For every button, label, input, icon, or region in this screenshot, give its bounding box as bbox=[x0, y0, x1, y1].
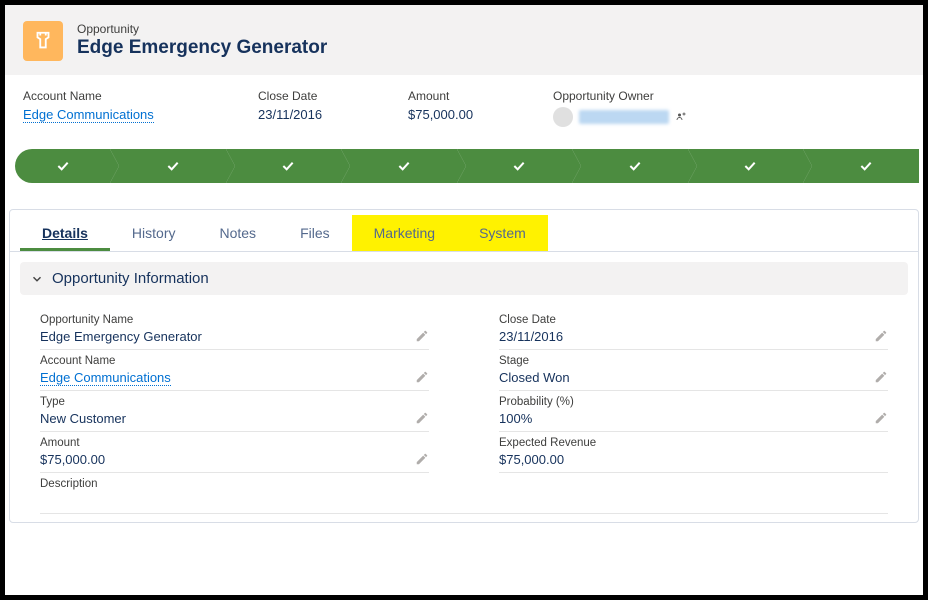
edit-icon[interactable] bbox=[415, 411, 429, 425]
field-label: Close Date bbox=[499, 314, 888, 326]
path-step[interactable] bbox=[235, 149, 342, 183]
check-icon bbox=[396, 158, 412, 174]
summary-owner: Opportunity Owner bbox=[553, 89, 753, 127]
field-probability: Probability (%) 100% bbox=[499, 391, 888, 432]
path-step[interactable] bbox=[812, 149, 919, 183]
field-value: $75,000.00 bbox=[40, 452, 429, 468]
record-body: DetailsHistoryNotesFilesMarketingSystem … bbox=[9, 209, 919, 523]
section-header-opportunity-information[interactable]: Opportunity Information bbox=[20, 262, 908, 295]
edit-icon[interactable] bbox=[415, 370, 429, 384]
check-icon bbox=[511, 158, 527, 174]
check-icon bbox=[742, 158, 758, 174]
field-expected_revenue: Expected Revenue $75,000.00 bbox=[499, 432, 888, 473]
check-icon bbox=[165, 158, 181, 174]
tab-marketing[interactable]: Marketing bbox=[352, 215, 457, 251]
path-step[interactable] bbox=[466, 149, 573, 183]
field-amount: Amount $75,000.00 bbox=[40, 432, 429, 473]
tab-details[interactable]: Details bbox=[20, 215, 110, 251]
tab-files[interactable]: Files bbox=[278, 215, 352, 251]
field-label: Account Name bbox=[40, 355, 429, 367]
field-label: Expected Revenue bbox=[499, 437, 888, 449]
field-label: Description bbox=[40, 478, 888, 490]
path-step[interactable] bbox=[350, 149, 457, 183]
summary-label: Amount bbox=[408, 89, 553, 103]
field-value: $75,000.00 bbox=[499, 452, 888, 468]
opportunity-icon bbox=[23, 21, 63, 61]
field-label: Opportunity Name bbox=[40, 314, 429, 326]
header-text: Opportunity Edge Emergency Generator bbox=[77, 22, 327, 59]
path-steps bbox=[15, 149, 919, 183]
edit-icon[interactable] bbox=[874, 411, 888, 425]
tabs: DetailsHistoryNotesFilesMarketingSystem bbox=[10, 210, 918, 252]
field-description: Description bbox=[40, 473, 888, 514]
account-link[interactable]: Edge Communications bbox=[23, 107, 154, 123]
path-step[interactable] bbox=[581, 149, 688, 183]
app-frame: Opportunity Edge Emergency Generator Acc… bbox=[0, 0, 928, 600]
summary-label: Opportunity Owner bbox=[553, 89, 753, 103]
edit-icon[interactable] bbox=[415, 329, 429, 343]
owner-name-redacted bbox=[579, 110, 669, 124]
check-icon bbox=[858, 158, 874, 174]
field-stage: Stage Closed Won bbox=[499, 350, 888, 391]
details-grid: Opportunity Name Edge Emergency Generator… bbox=[10, 305, 918, 522]
object-label: Opportunity bbox=[77, 22, 327, 36]
tab-system[interactable]: System bbox=[457, 215, 548, 251]
path-step[interactable] bbox=[697, 149, 804, 183]
check-icon bbox=[280, 158, 296, 174]
summary-label: Account Name bbox=[23, 89, 258, 103]
field-opportunity_name: Opportunity Name Edge Emergency Generator bbox=[40, 309, 429, 350]
field-label: Stage bbox=[499, 355, 888, 367]
summary-label: Close Date bbox=[258, 89, 408, 103]
summary-amount: Amount $75,000.00 bbox=[408, 89, 553, 127]
edit-icon[interactable] bbox=[874, 370, 888, 384]
summary-close-date: Close Date 23/11/2016 bbox=[258, 89, 408, 127]
tab-notes[interactable]: Notes bbox=[197, 215, 278, 251]
field-value: Edge Communications bbox=[40, 370, 429, 386]
tab-history[interactable]: History bbox=[110, 215, 198, 251]
page-title: Edge Emergency Generator bbox=[77, 37, 327, 60]
field-value bbox=[40, 493, 888, 509]
check-icon bbox=[627, 158, 643, 174]
field-account_name: Account Name Edge Communications bbox=[40, 350, 429, 391]
record-header: Opportunity Edge Emergency Generator bbox=[5, 5, 923, 75]
check-icon bbox=[55, 158, 71, 174]
path-step[interactable] bbox=[15, 149, 110, 183]
field-type: Type New Customer bbox=[40, 391, 429, 432]
account_name-link[interactable]: Edge Communications bbox=[40, 370, 171, 386]
field-value: Edge Emergency Generator bbox=[40, 329, 429, 345]
path-step[interactable] bbox=[119, 149, 226, 183]
field-value: New Customer bbox=[40, 411, 429, 427]
summary-account-name: Account Name Edge Communications bbox=[23, 89, 258, 127]
avatar bbox=[553, 107, 573, 127]
field-label: Probability (%) bbox=[499, 396, 888, 408]
field-value: Closed Won bbox=[499, 370, 888, 386]
field-value: 100% bbox=[499, 411, 888, 427]
change-owner-icon[interactable] bbox=[675, 111, 687, 123]
section-title: Opportunity Information bbox=[52, 270, 209, 287]
chevron-down-icon bbox=[30, 272, 44, 286]
field-close_date: Close Date 23/11/2016 bbox=[499, 309, 888, 350]
sales-path bbox=[5, 145, 923, 187]
summary-value: $75,000.00 bbox=[408, 107, 553, 122]
field-value: 23/11/2016 bbox=[499, 329, 888, 345]
field-label: Amount bbox=[40, 437, 429, 449]
summary-value: 23/11/2016 bbox=[258, 107, 408, 122]
highlights-panel: Account Name Edge Communications Close D… bbox=[5, 75, 923, 145]
edit-icon[interactable] bbox=[874, 329, 888, 343]
field-label: Type bbox=[40, 396, 429, 408]
edit-icon[interactable] bbox=[415, 452, 429, 466]
